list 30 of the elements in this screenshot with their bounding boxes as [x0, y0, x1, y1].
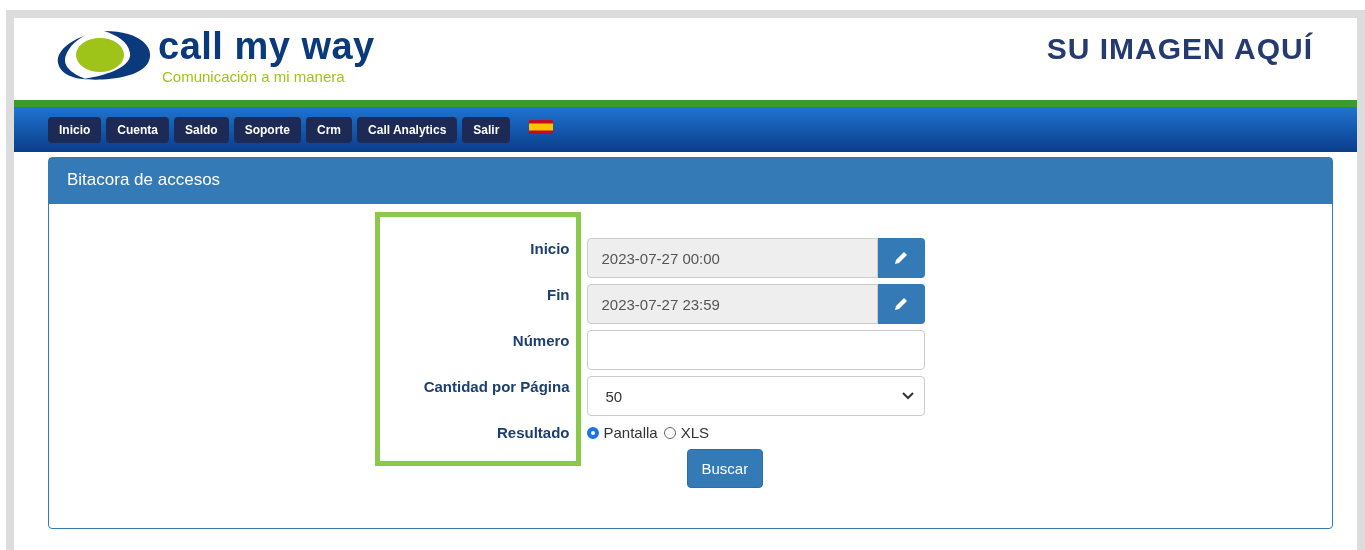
nav-button[interactable]: Salir: [462, 116, 511, 143]
radio-label: Pantalla: [603, 424, 658, 441]
date-field[interactable]: 2023-07-27 23:59: [586, 284, 878, 324]
custom-image-text: SU IMAGEN AQUÍ: [1046, 32, 1313, 66]
nav-button[interactable]: Inicio: [48, 116, 102, 143]
nav-button[interactable]: Soporte: [233, 116, 302, 143]
spain-flag-icon[interactable]: [529, 119, 554, 134]
edit-button[interactable]: [877, 284, 925, 324]
number-field[interactable]: [586, 330, 925, 370]
nav-button[interactable]: Cuenta: [106, 116, 169, 143]
nav-button[interactable]: Crm: [306, 116, 353, 143]
edit-button[interactable]: [877, 238, 925, 278]
field-label: Fin: [546, 285, 571, 303]
nav-button[interactable]: Saldo: [174, 116, 229, 143]
pencil-icon: [893, 250, 909, 266]
nav-button[interactable]: Call Analytics: [357, 116, 458, 143]
field-label: Número: [511, 331, 571, 349]
panel-title: Bitacora de accesos: [67, 170, 221, 189]
date-field[interactable]: 2023-07-27 00:00: [586, 238, 878, 278]
radio-button[interactable]: [663, 426, 676, 439]
tagline: Comunicación a mi manera: [162, 68, 346, 85]
page-size-select[interactable]: 50: [586, 376, 925, 416]
pencil-icon: [893, 296, 909, 312]
field-label: Inicio: [529, 239, 571, 257]
search-button[interactable]: Buscar: [686, 449, 764, 488]
field-label: Cantidad por Página: [422, 377, 571, 395]
radio-label: XLS: [680, 424, 710, 441]
chevron-down-icon: [901, 392, 914, 400]
radio-button[interactable]: [586, 426, 599, 439]
field-label: Resultado: [496, 423, 571, 441]
